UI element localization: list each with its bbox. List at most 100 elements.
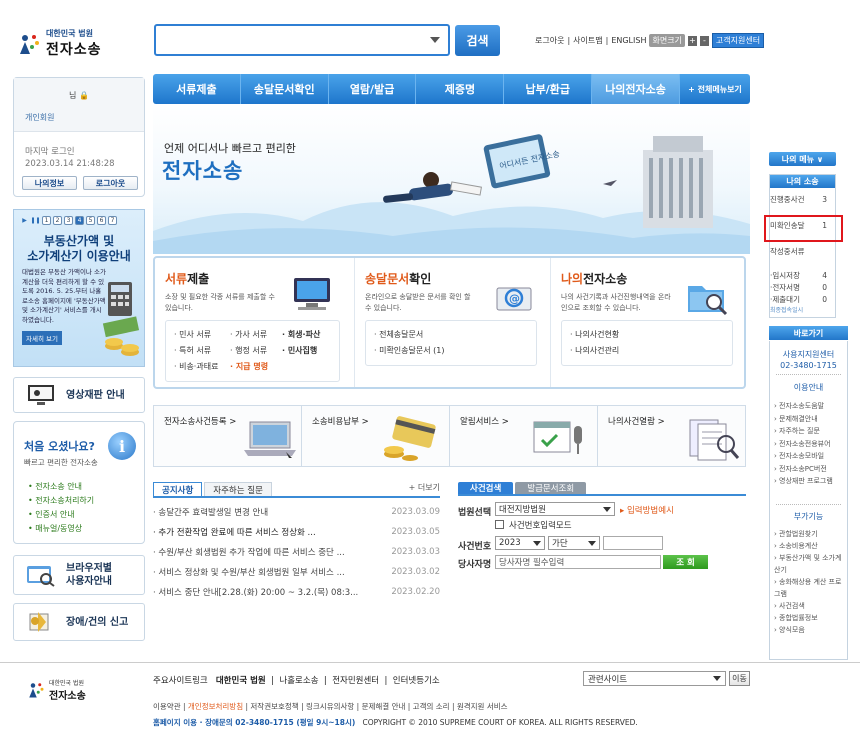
- case-search-button[interactable]: 조 회: [663, 555, 708, 569]
- service-link[interactable]: · 회생·파산: [282, 327, 328, 343]
- usage-link[interactable]: 문제해결안내: [774, 413, 846, 426]
- service-my-title-a[interactable]: 나의: [561, 272, 583, 286]
- extra-link[interactable]: 양식모음: [774, 624, 846, 636]
- service-delivery-title-b[interactable]: 확인: [409, 272, 431, 286]
- first-visit-item[interactable]: 인증서 안내: [28, 508, 94, 522]
- service-link[interactable]: · 특허 서류: [174, 343, 230, 359]
- nav-item-payment[interactable]: 납부/환급: [504, 74, 593, 104]
- banner-page[interactable]: 4: [75, 216, 84, 225]
- pause-icon[interactable]: ❚❚: [30, 216, 40, 225]
- footer-link[interactable]: 인터넷등기소: [393, 676, 440, 686]
- tab-case-search[interactable]: 사건검색: [458, 482, 514, 494]
- extra-link[interactable]: 종합법률정보: [774, 612, 846, 624]
- case-type-select[interactable]: 가단: [548, 536, 600, 550]
- my-row-in-progress[interactable]: 진행중사건 3: [770, 195, 835, 205]
- logout-link[interactable]: 로그아웃: [535, 35, 564, 46]
- notice-title[interactable]: · 추가 전환작업 완료에 따른 서비스 정상화 ...: [153, 526, 316, 538]
- nav-item-my-litigation[interactable]: 나의전자소송: [592, 74, 680, 104]
- footer-link[interactable]: 전자민원센터: [332, 676, 379, 686]
- notice-title[interactable]: · 송달간주 효력발생일 변경 안내: [153, 506, 268, 518]
- tab-issued-docs[interactable]: 발급문서조회: [515, 482, 587, 494]
- service-submit-title-b[interactable]: 제출: [187, 272, 209, 286]
- service-link[interactable]: · 가사 서류: [230, 327, 282, 343]
- policy-links[interactable]: 저작권보호정책 | 링크시유의사항 | 문제해결 안내 | 고객의 소리 | 원…: [250, 702, 507, 711]
- service-delivery-title-a[interactable]: 송달문서: [365, 272, 409, 286]
- notice-row[interactable]: · 송달간주 효력발생일 변경 안내 2023.03.09: [153, 502, 440, 522]
- court-select[interactable]: 대전지방법원: [495, 502, 615, 516]
- zoom-out-icon[interactable]: -: [699, 35, 709, 46]
- extra-link[interactable]: 사건검색: [774, 600, 846, 612]
- go-button[interactable]: 이동: [729, 671, 750, 686]
- banner-page[interactable]: 7: [108, 216, 117, 225]
- service-link[interactable]: · 비송·과태료: [174, 359, 230, 375]
- service-link[interactable]: · 미확인송달문서 (1): [374, 343, 528, 359]
- service-link[interactable]: · 나의사건현황: [570, 327, 724, 343]
- service-link[interactable]: · 행정 서류: [230, 343, 282, 359]
- browser-guide-button[interactable]: 브라우저별 사용자안내: [13, 555, 145, 595]
- notice-title[interactable]: · 서비스 중단 안내[2.28.(화) 20:00 ~ 3.2.(목) 08:…: [153, 586, 358, 598]
- logout-button[interactable]: 로그아웃: [83, 176, 138, 190]
- my-row-drafts[interactable]: 작성중서류: [770, 247, 835, 257]
- party-name-input[interactable]: 당사자명 필수입력: [495, 555, 661, 569]
- usage-link[interactable]: 전자소송도움말: [774, 400, 846, 413]
- support-center-button[interactable]: 고객지원센터: [711, 33, 765, 48]
- my-row-e-signature[interactable]: ·전자서명 0: [770, 283, 835, 293]
- all-menu-button[interactable]: + 전체메뉴보기: [680, 74, 750, 104]
- tab-notice[interactable]: 공지사항: [153, 482, 203, 496]
- terms-link[interactable]: 이용약관: [153, 702, 181, 711]
- usage-link[interactable]: 전자소송PC버전: [774, 463, 846, 476]
- first-visit-item[interactable]: 매뉴얼/동영상: [28, 522, 94, 536]
- usage-link[interactable]: 자주하는 질문: [774, 425, 846, 438]
- notice-row[interactable]: · 수원/부산 회생법원 추가 작업에 따른 서비스 중단 ... 2023.03…: [153, 542, 440, 562]
- banner-page[interactable]: 1: [42, 216, 51, 225]
- support-center-link[interactable]: 사용지지원센터: [770, 349, 847, 360]
- notice-title[interactable]: · 서비스 정상화 및 수원/부산 회생법원 일부 서비스 ...: [153, 566, 345, 578]
- privacy-link[interactable]: 개인정보처리방침: [188, 702, 243, 711]
- case-number-mode-checkbox[interactable]: [495, 520, 504, 529]
- first-visit-item[interactable]: 전자소송 안내: [28, 480, 94, 494]
- extra-link[interactable]: 송화해상용 계산 프로그램: [774, 576, 846, 600]
- sitemap-link[interactable]: 사이트맵: [573, 35, 602, 46]
- video-trial-button[interactable]: 영상재판 안내: [13, 377, 145, 413]
- service-submit-title-a[interactable]: 서류: [165, 272, 187, 286]
- extra-link[interactable]: 관할법원찾기: [774, 528, 846, 540]
- search-input[interactable]: [154, 24, 450, 56]
- my-row-pending-submit[interactable]: ·제출대기 0: [770, 295, 835, 305]
- my-menu-button[interactable]: 나의 메뉴 ∨: [769, 152, 836, 166]
- notice-row[interactable]: · 서비스 정상화 및 수원/부산 회생법원 일부 서비스 ... 2023.03…: [153, 562, 440, 582]
- search-dropdown-icon[interactable]: [430, 37, 440, 43]
- tab-faq[interactable]: 자주하는 질문: [204, 482, 272, 496]
- related-sites-select[interactable]: 관련사이트: [583, 671, 726, 686]
- banner-more-button[interactable]: 자세히 보기: [22, 331, 62, 345]
- extra-link[interactable]: 부동산가액 및 소가계산기: [774, 552, 846, 576]
- quick-case-register[interactable]: 전자소송사건등록 >: [154, 406, 302, 466]
- banner-page[interactable]: 5: [86, 216, 95, 225]
- quick-case-view[interactable]: 나의사건열람 >: [598, 406, 745, 466]
- footer-link[interactable]: 나홀로소송: [279, 676, 318, 686]
- english-link[interactable]: ENGLISH: [611, 36, 646, 45]
- year-select[interactable]: 2023: [495, 536, 545, 550]
- notice-row[interactable]: · 추가 전환작업 완료에 따른 서비스 정상화 ... 2023.03.05: [153, 522, 440, 542]
- service-my-title-b[interactable]: 전자소송: [583, 272, 627, 286]
- play-icon[interactable]: ▶: [20, 216, 29, 225]
- usage-link[interactable]: 전자소송모바일: [774, 450, 846, 463]
- report-issue-button[interactable]: 장애/건의 신고: [13, 603, 145, 641]
- search-button[interactable]: 검색: [455, 25, 500, 56]
- nav-item-delivery[interactable]: 송달문서확인: [241, 74, 329, 104]
- my-row-temp-saved[interactable]: ·임시저장 4: [770, 271, 835, 281]
- nav-item-certificate[interactable]: 제증명: [416, 74, 505, 104]
- banner-page[interactable]: 6: [97, 216, 106, 225]
- site-logo[interactable]: 대한민국 법원 전자소송: [16, 28, 102, 59]
- my-info-button[interactable]: 나의정보: [22, 176, 77, 190]
- quick-notification[interactable]: 알림서비스 >: [450, 406, 598, 466]
- footer-link[interactable]: 대한민국 법원: [216, 676, 266, 686]
- zoom-in-icon[interactable]: +: [687, 35, 697, 46]
- input-method-link[interactable]: ▸ 입력방법예시: [620, 504, 674, 516]
- case-number-input[interactable]: [603, 536, 663, 550]
- extra-link[interactable]: 소송비용계산: [774, 540, 846, 552]
- service-link[interactable]: · 민사집행: [282, 343, 328, 359]
- service-link[interactable]: · 민사 서류: [174, 327, 230, 343]
- usage-link[interactable]: 영상재판 프로그램: [774, 475, 846, 488]
- notice-more-link[interactable]: + 더보기: [409, 482, 440, 496]
- nav-item-view-issue[interactable]: 열람/발급: [329, 74, 417, 104]
